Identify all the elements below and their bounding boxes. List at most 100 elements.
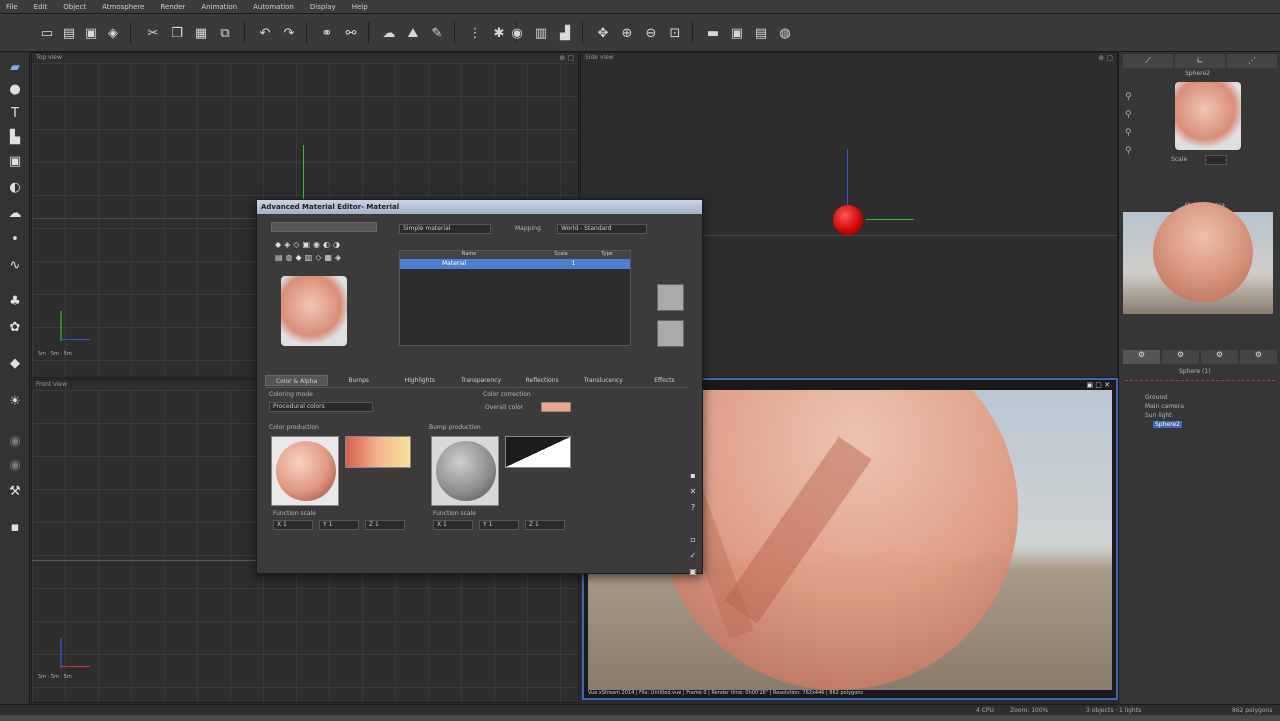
tab-transparency[interactable]: Transparency — [450, 375, 511, 386]
menu-animation[interactable]: Animation — [201, 3, 237, 11]
tab-bumps[interactable]: Bumps — [328, 375, 389, 386]
link-icon[interactable]: ⚭ — [318, 24, 336, 42]
overall-color-swatch[interactable] — [541, 402, 571, 412]
render-window-controls-icon[interactable]: ▣ ▢ ✕ — [1086, 381, 1110, 389]
spline-icon[interactable]: ∿ — [6, 256, 24, 274]
text-tool-icon[interactable]: T — [6, 104, 24, 122]
viewport-controls-icon[interactable]: ⊕ ▢ — [559, 54, 574, 62]
tab-effects[interactable]: Effects — [634, 375, 695, 386]
menu-object[interactable]: Object — [63, 3, 86, 11]
layout-icon[interactable]: ▤ — [752, 24, 770, 42]
cut-icon[interactable]: ✂ — [144, 24, 162, 42]
menu-file[interactable]: File — [6, 3, 18, 11]
bump-filter-preview[interactable] — [505, 436, 571, 468]
dialog-side-buttons-icon[interactable]: ▪ ✕? ▫ ✓ ▣ — [687, 468, 699, 580]
material-type-select[interactable]: Simple material — [399, 224, 491, 234]
tab-layers-icon[interactable]: ⚙ — [1162, 350, 1199, 364]
status-cpu: 4 CPU — [976, 707, 994, 714]
wrench-icon[interactable]: ⚒ — [6, 482, 24, 500]
color-map-gradient[interactable] — [345, 436, 411, 468]
sphere-object[interactable] — [833, 205, 863, 235]
tree-item-sphere[interactable]: Sphere2 — [1153, 421, 1182, 428]
color-function-preview[interactable] — [271, 436, 339, 506]
cube-icon[interactable]: ◆ — [6, 354, 24, 372]
rock-icon[interactable]: ◐ — [6, 178, 24, 196]
tab-objects-icon[interactable]: ⚙ — [1123, 350, 1160, 364]
tab-reflections[interactable]: Reflections — [512, 375, 573, 386]
color-scale-z[interactable]: Z 1 — [365, 520, 405, 530]
coloring-mode-select[interactable]: Procedural colors — [269, 402, 373, 412]
select-tool-icon[interactable]: ▰ — [6, 58, 24, 76]
timeline-icon[interactable]: ▬ — [704, 24, 722, 42]
material-name-field[interactable] — [271, 222, 377, 232]
tab-links-icon[interactable]: ⚙ — [1201, 350, 1238, 364]
side-tools-icon[interactable]: ⚲ ⚲ ⚲ ⚲ — [1125, 88, 1132, 160]
layer-swatch-1[interactable] — [657, 284, 684, 311]
point-icon[interactable]: • — [6, 230, 24, 248]
redo-icon[interactable]: ↷ — [280, 24, 298, 42]
menu-automation[interactable]: Automation — [253, 3, 294, 11]
export-icon[interactable]: ◈ — [104, 24, 122, 42]
tree-item-sun-light[interactable]: Sun light — [1145, 412, 1172, 419]
paste-icon[interactable]: ▦ — [192, 24, 210, 42]
render-icon[interactable]: ◉ — [508, 24, 526, 42]
menu-display[interactable]: Display — [310, 3, 336, 11]
zoom-fit-icon[interactable]: ⊡ — [666, 24, 684, 42]
plant-icon[interactable]: ♣ — [6, 292, 24, 310]
new-file-icon[interactable]: ▭ — [38, 24, 56, 42]
viewport-controls-icon[interactable]: ⊕ ▢ — [1098, 54, 1113, 62]
color-scale-y[interactable]: Y 1 — [319, 520, 359, 530]
menu-render[interactable]: Render — [160, 3, 185, 11]
tab-animation-icon[interactable]: ⋰ — [1227, 54, 1277, 68]
layer-swatch-2[interactable] — [657, 320, 684, 347]
camera-preview[interactable] — [1123, 202, 1273, 314]
ecosystem-icon[interactable]: ✿ — [6, 318, 24, 336]
menu-atmosphere[interactable]: Atmosphere — [102, 3, 144, 11]
storyboard-icon[interactable]: ▣ — [728, 24, 746, 42]
mapping-select[interactable]: World - Standard — [557, 224, 647, 234]
copy-icon[interactable]: ❐ — [168, 24, 186, 42]
bump-function-preview[interactable] — [431, 436, 499, 506]
align-icon[interactable]: ⋮ — [466, 24, 484, 42]
tab-aspect-icon[interactable]: ⟋ — [1123, 54, 1173, 68]
material-tools-icon[interactable]: ◆◈◇▣◉◐◑ ▤◍◆▥◇▦◈ — [275, 238, 375, 264]
light-icon[interactable]: ☀ — [6, 392, 24, 410]
scale-input[interactable] — [1205, 155, 1227, 165]
tab-highlights[interactable]: Highlights — [389, 375, 450, 386]
camera-icon[interactable]: ▪ — [6, 518, 24, 536]
sphere-primitive-icon[interactable]: ● — [6, 80, 24, 98]
graph-icon[interactable]: ▟ — [556, 24, 574, 42]
tab-numerics-icon[interactable]: ∟ — [1175, 54, 1225, 68]
tree-item-ground[interactable]: Ground — [1145, 394, 1167, 401]
atmosphere-icon[interactable]: ☁ — [380, 24, 398, 42]
material-preview[interactable] — [1175, 82, 1241, 150]
menu-edit[interactable]: Edit — [34, 3, 48, 11]
status-zoom: Zoom: 100% — [1010, 707, 1049, 714]
object-library-icon[interactable]: ▣ — [6, 152, 24, 170]
world-browser-icon[interactable]: ◍ — [776, 24, 794, 42]
unlink-icon[interactable]: ⚯ — [342, 24, 360, 42]
pan-icon[interactable]: ✥ — [594, 24, 612, 42]
cloud-icon[interactable]: ☁ — [6, 204, 24, 222]
open-file-icon[interactable]: ▤ — [60, 24, 78, 42]
duplicate-icon[interactable]: ⧉ — [216, 24, 234, 42]
zoom-in-icon[interactable]: ⊕ — [618, 24, 636, 42]
brush-icon[interactable]: ✎ — [428, 24, 446, 42]
save-icon[interactable]: ▣ — [82, 24, 100, 42]
undo-icon[interactable]: ↶ — [256, 24, 274, 42]
terrain-icon[interactable]: ⛰ — [404, 24, 422, 42]
city-icon[interactable]: ▙ — [6, 128, 24, 146]
bump-scale-y[interactable]: Y 1 — [479, 520, 519, 530]
stats-icon[interactable]: ▥ — [532, 24, 550, 42]
tab-settings-icon[interactable]: ⚙ — [1240, 350, 1277, 364]
bump-scale-z[interactable]: Z 1 — [525, 520, 565, 530]
tree-item-main-camera[interactable]: Main camera — [1145, 403, 1184, 410]
tab-color-alpha[interactable]: Color & Alpha — [265, 375, 329, 386]
menu-help[interactable]: Help — [352, 3, 368, 11]
zoom-out-icon[interactable]: ⊖ — [642, 24, 660, 42]
render-options-icon[interactable]: ✱ — [490, 24, 508, 42]
tab-translucency[interactable]: Translucency — [573, 375, 634, 386]
color-scale-x[interactable]: X 1 — [273, 520, 313, 530]
layer-row[interactable]: Material 1 — [400, 259, 630, 269]
bump-scale-x[interactable]: X 1 — [433, 520, 473, 530]
